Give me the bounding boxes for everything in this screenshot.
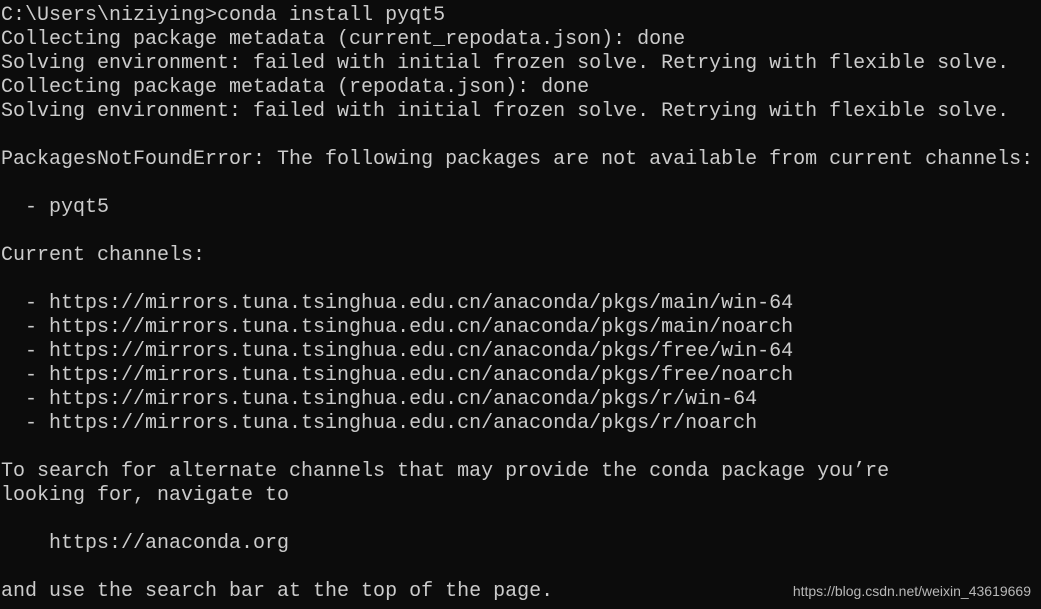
- output-line: looking for, navigate to: [1, 484, 290, 507]
- channels-heading: Current channels:: [1, 244, 206, 267]
- channel-line: - https://mirrors.tuna.tsinghua.edu.cn/a…: [1, 292, 794, 315]
- watermark: https://blog.csdn.net/weixin_43619669: [792, 583, 1031, 599]
- terminal-output[interactable]: C:\Users\niziying>conda install pyqt5 Co…: [1, 4, 1033, 604]
- channel-line: - https://mirrors.tuna.tsinghua.edu.cn/a…: [1, 316, 794, 339]
- output-line: Collecting package metadata (current_rep…: [1, 28, 686, 51]
- anaconda-url-line: https://anaconda.org: [1, 532, 290, 555]
- command-line: C:\Users\niziying>conda install pyqt5: [1, 4, 446, 27]
- missing-package-line: - pyqt5: [1, 196, 110, 219]
- channel-line: - https://mirrors.tuna.tsinghua.edu.cn/a…: [1, 412, 758, 435]
- output-line: To search for alternate channels that ma…: [1, 460, 890, 483]
- output-line: Solving environment: failed with initial…: [1, 100, 1010, 123]
- channel-line: - https://mirrors.tuna.tsinghua.edu.cn/a…: [1, 388, 758, 411]
- output-line: Solving environment: failed with initial…: [1, 52, 1010, 75]
- channel-line: - https://mirrors.tuna.tsinghua.edu.cn/a…: [1, 340, 794, 363]
- output-line: Collecting package metadata (repodata.js…: [1, 76, 590, 99]
- error-line: PackagesNotFoundError: The following pac…: [1, 148, 1034, 171]
- channel-line: - https://mirrors.tuna.tsinghua.edu.cn/a…: [1, 364, 794, 387]
